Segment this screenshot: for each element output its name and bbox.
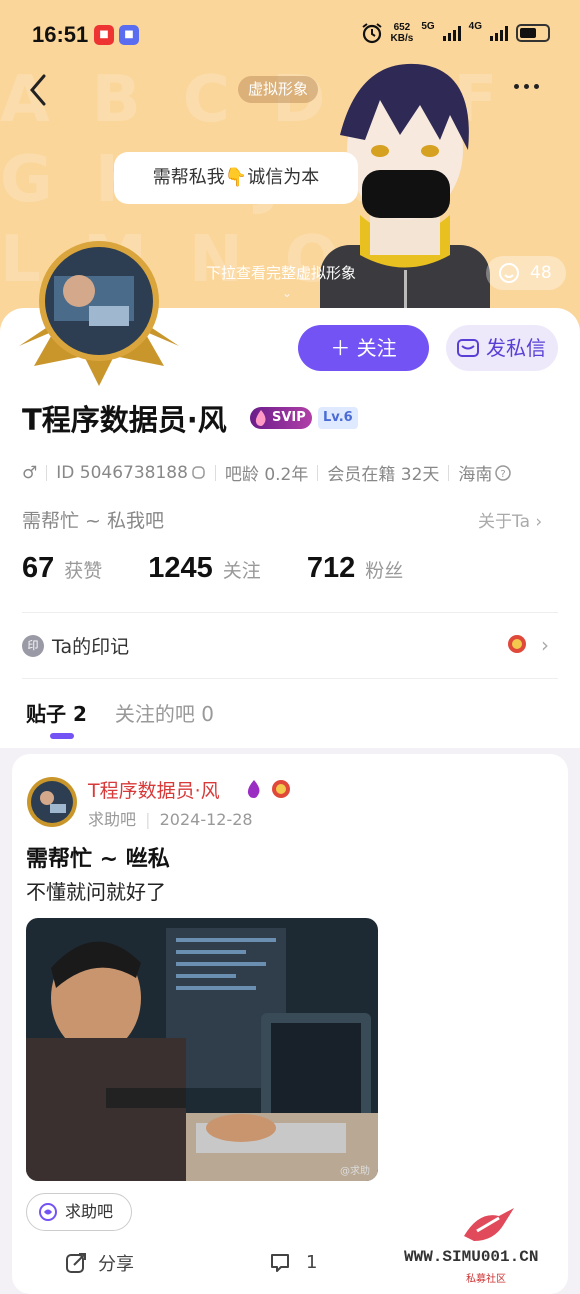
divider [22,678,558,679]
network-4g-label: 4G [468,20,482,32]
badge-medal-icon [272,780,290,798]
virtual-avatar-pill[interactable]: 虚拟形象 [238,76,319,103]
signal-bars-icon [490,25,508,41]
flame-icon [255,410,266,426]
forum-icon [39,1203,57,1221]
battery-icon [516,24,550,42]
about-link[interactable]: 关于Ta › [478,507,542,532]
more-options-icon[interactable] [514,84,539,89]
notification-app-icon: ■ [94,25,114,45]
tab-posts[interactable]: 贴子 2 [26,698,87,727]
location: 海南 [458,465,493,485]
watermark-url: WWW.SIMU001.CN [404,1248,539,1266]
profile-meta: ♂ ID 5046738188 吧龄 0.2年 会员在籍 32天 海南 ? [22,460,512,485]
smiley-icon [499,263,519,283]
site-watermark: WWW.SIMU001.CN 私募社区 [404,1206,576,1286]
network-speed: 652 KB/s [390,22,414,44]
alarm-icon [361,23,382,44]
profile-tabs: 贴子 2 关注的吧 0 [26,698,214,727]
svg-text:?: ? [501,469,506,480]
network-5g-label: 5G [421,20,435,32]
status-time: 16:51 [32,22,89,47]
avatar-likes-pill[interactable]: 48 [486,256,566,290]
help-icon[interactable]: ? [495,464,512,481]
likes-count: 48 [530,263,552,283]
mark-row[interactable]: 印 Ta的印记 [22,632,129,659]
seal-icon: 印 [22,634,44,657]
post-date: 2024-12-28 [159,810,253,829]
stats-row: 67 获赞 1245 关注 712 粉丝 [22,552,403,585]
share-icon [66,1253,86,1273]
bio: 需帮忙 ~ 私我吧 [22,510,164,532]
avatar[interactable] [14,236,184,394]
post-forum-name[interactable]: 求助吧 [88,810,136,829]
pull-down-hint: 下拉查看完整虚拟形象 [206,264,357,282]
member-days: 会员在籍 32天 [327,465,440,485]
comment-count: 1 [306,1251,318,1273]
post-image[interactable] [26,918,378,1181]
comment-icon [271,1254,289,1272]
post-body: 不懂就问就好了 [26,880,166,904]
post-author-avatar[interactable] [26,776,78,828]
image-watermark: @求助 [340,1166,370,1177]
post-title: 需帮忙 ~ 咝私 [26,847,170,872]
svip-flame-icon [247,780,260,798]
tab-indicator [50,733,74,739]
post-meta: 求助吧 | 2024-12-28 [88,810,253,829]
username: T程序数据员·风 [22,403,227,437]
following-stat-label: 关注 [222,560,261,582]
gender-icon: ♂ [22,462,38,483]
forum-chip[interactable]: 求助吧 [26,1193,132,1231]
watermark-logo [464,1208,514,1241]
following-stat-value[interactable]: 1245 [148,552,213,585]
bar-age: 吧龄 0.2年 [224,465,309,485]
divider [22,612,558,613]
signal-bars-icon [442,25,461,41]
speech-bubble: 需帮私我👇诚信为本 [114,152,358,204]
svip-badge[interactable]: SVIP [250,407,312,429]
badge-medal-icon [508,635,526,653]
likes-stat-label: 获赞 [64,560,103,582]
post-author-name[interactable]: T程序数据员·风 [88,776,220,803]
likes-stat-value[interactable]: 67 [22,552,54,585]
chevron-right-icon: › [541,633,549,657]
comment-button[interactable]: 1 [268,1250,317,1274]
share-button[interactable]: 分享 [64,1250,134,1276]
envelope-icon [457,339,479,357]
notification-app-icon: ■ [119,25,139,45]
followers-stat-value[interactable]: 712 [307,552,355,585]
watermark-sub: 私募社区 [466,1274,506,1285]
back-arrow-icon[interactable] [26,72,50,108]
level-badge[interactable]: Lv.6 [318,407,358,429]
follow-button[interactable]: ＋ 关注 [298,325,429,371]
followers-stat-label: 粉丝 [365,560,404,582]
status-bar: 16:51 ■ ■ 652 KB/s 5G 4G [0,0,580,70]
chevron-down-icon: ⌄ [282,286,293,300]
mark-label: Ta的印记 [52,636,130,658]
message-button[interactable]: 发私信 [446,325,558,371]
user-id: ID 5046738188 [56,462,188,483]
tab-followed-bars[interactable]: 关注的吧 0 [115,698,214,727]
copy-icon[interactable] [191,465,206,480]
